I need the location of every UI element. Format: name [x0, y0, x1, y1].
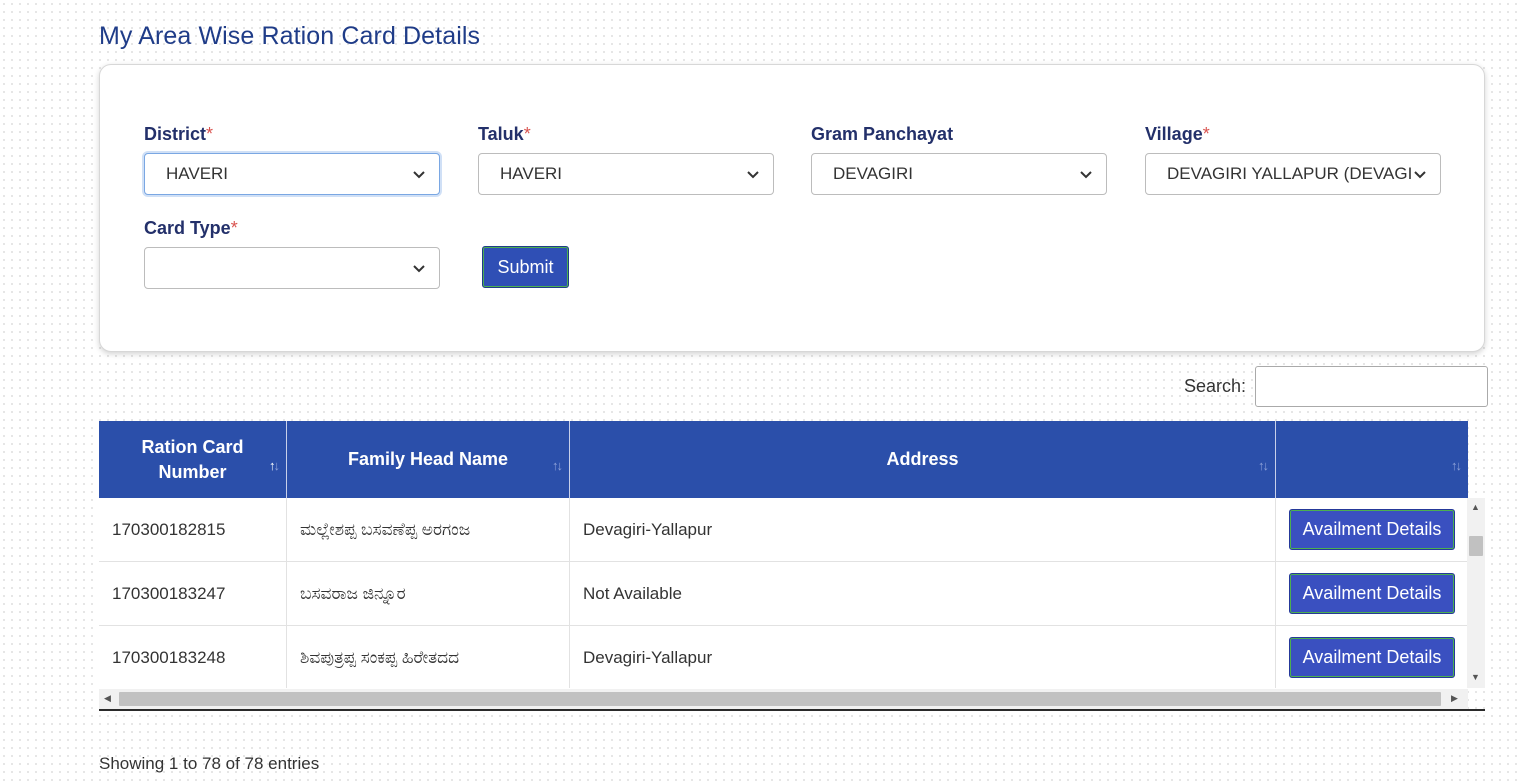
scroll-down-arrow-icon[interactable]: ▼: [1471, 672, 1480, 682]
header-label: Family Head Name: [347, 449, 509, 469]
search-input[interactable]: [1255, 366, 1489, 407]
horizontal-scrollbar[interactable]: ◀ ▶: [99, 689, 1468, 709]
taluk-field: Taluk* HAVERI: [478, 121, 774, 195]
table-search: Search:: [1184, 366, 1489, 407]
horizontal-scroll-thumb[interactable]: [119, 692, 1441, 706]
header-label: Ration Card Number: [141, 436, 244, 482]
header-label: Address: [886, 449, 959, 469]
table-row: 170300183247 ಬಸವರಾಜ ಜಿನ್ನೂರ Not Availabl…: [99, 562, 1468, 626]
column-header-actions[interactable]: ↑↓: [1276, 421, 1468, 498]
district-select[interactable]: HAVERI: [144, 153, 440, 195]
chevron-down-icon: [1414, 171, 1426, 179]
filter-card: District* HAVERI Taluk* HAVERI Gram Panc…: [99, 64, 1485, 352]
page-title: My Area Wise Ration Card Details: [99, 22, 481, 50]
availment-details-button[interactable]: Availment Details: [1289, 573, 1455, 614]
chevron-down-icon: [413, 171, 425, 179]
scroll-right-arrow-icon[interactable]: ▶: [1451, 693, 1458, 704]
chevron-down-icon: [413, 265, 425, 273]
table-bottom-border: [99, 709, 1485, 711]
gram-panchayat-select[interactable]: DEVAGIRI: [811, 153, 1107, 195]
card-type-label: Card Type*: [144, 218, 238, 238]
gram-panchayat-field: Gram Panchayat DEVAGIRI: [811, 121, 1107, 195]
table-body[interactable]: 170300182815 ಮಲ್ಲೇಶಪ್ಪ ಬಸವಣೆಪ್ಪ ಅರಗಂಜ De…: [99, 498, 1468, 688]
cell-family-head: ಮಲ್ಲೇಶಪ್ಪ ಬಸವಣೆಪ್ಪ ಅರಗಂಜ: [287, 498, 570, 561]
table-info: Showing 1 to 78 of 78 entries: [99, 754, 320, 773]
column-header-address[interactable]: Address ↑↓: [570, 421, 1276, 498]
cell-card-number: 170300182815: [99, 498, 287, 561]
gram-panchayat-label: Gram Panchayat: [811, 124, 954, 144]
cell-action: Availment Details: [1276, 498, 1468, 561]
cell-card-number: 170300183248: [99, 626, 287, 688]
cell-action: Availment Details: [1276, 562, 1468, 625]
chevron-down-icon: [1080, 171, 1092, 179]
taluk-select[interactable]: HAVERI: [478, 153, 774, 195]
cell-card-number: 170300183247: [99, 562, 287, 625]
column-header-ration-card-number[interactable]: Ration Card Number ↑↓: [99, 421, 287, 498]
availment-details-button[interactable]: Availment Details: [1289, 637, 1455, 678]
column-header-family-head-name[interactable]: Family Head Name ↑↓: [287, 421, 570, 498]
availment-details-button[interactable]: Availment Details: [1289, 509, 1455, 550]
district-field: District* HAVERI: [144, 121, 440, 195]
vertical-scrollbar[interactable]: ▲ ▼: [1467, 498, 1485, 688]
sort-icon: ↑↓: [269, 458, 280, 473]
chevron-down-icon: [747, 171, 759, 179]
card-type-select[interactable]: [144, 247, 440, 289]
sort-icon: ↑↓: [1258, 458, 1269, 473]
cell-address: Devagiri-Yallapur: [570, 498, 1276, 561]
village-label: Village*: [1145, 124, 1210, 144]
cell-action: Availment Details: [1276, 626, 1468, 688]
village-select[interactable]: DEVAGIRI YALLAPUR (DEVAGIR: [1145, 153, 1441, 195]
vertical-scroll-thumb[interactable]: [1469, 536, 1483, 556]
sort-icon: ↑↓: [1451, 458, 1462, 473]
cell-family-head: ಬಸವರಾಜ ಜಿನ್ನೂರ: [287, 562, 570, 625]
sort-icon: ↑↓: [552, 458, 563, 473]
scroll-left-arrow-icon[interactable]: ◀: [104, 693, 111, 704]
district-label: District*: [144, 124, 214, 144]
table-header: Ration Card Number ↑↓ Family Head Name ↑…: [99, 421, 1468, 499]
table-row: 170300183248 ಶಿವಪುತ್ರಪ್ಪ ಸಂಕಪ್ಪ ಹಿರೇತದದ …: [99, 626, 1468, 688]
village-field: Village* DEVAGIRI YALLAPUR (DEVAGIR: [1145, 121, 1441, 195]
search-label: Search:: [1184, 376, 1247, 396]
cell-family-head: ಶಿವಪುತ್ರಪ್ಪ ಸಂಕಪ್ಪ ಹಿರೇತದದ: [287, 626, 570, 688]
table-row: 170300182815 ಮಲ್ಲೇಶಪ್ಪ ಬಸವಣೆಪ್ಪ ಅರಗಂಜ De…: [99, 498, 1468, 562]
taluk-label: Taluk*: [478, 124, 531, 144]
cell-address: Not Available: [570, 562, 1276, 625]
cell-address: Devagiri-Yallapur: [570, 626, 1276, 688]
scroll-up-arrow-icon[interactable]: ▲: [1471, 502, 1480, 512]
card-type-field: Card Type*: [144, 215, 440, 289]
submit-button[interactable]: Submit: [482, 246, 569, 288]
